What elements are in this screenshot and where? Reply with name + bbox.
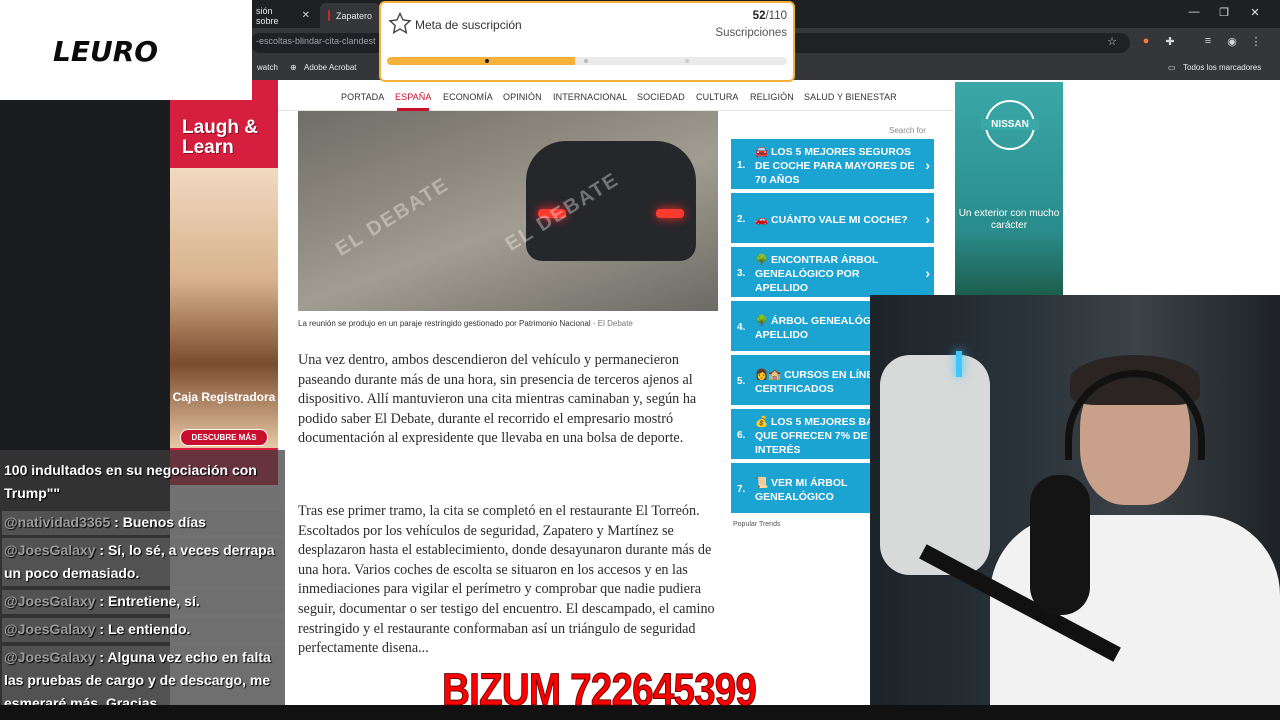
nav-portada[interactable]: PORTADA bbox=[341, 92, 384, 102]
article-image: EL DEBATE EL DEBATE bbox=[298, 111, 718, 311]
close-tab-icon[interactable]: ✕ bbox=[302, 10, 310, 21]
article-paragraph: Una vez dentro, ambos descendieron del v… bbox=[298, 352, 697, 447]
bizum-banner: BIZUM 722645399 bbox=[442, 664, 758, 716]
left-ad[interactable]: Laugh & Learn Caja Registradora DESCUBRE… bbox=[170, 80, 278, 485]
popular-trends-footer[interactable]: Popular Trends bbox=[733, 521, 780, 528]
goal-label: Suscripciones bbox=[715, 27, 787, 39]
nav-economia[interactable]: ECONOMÍA bbox=[443, 92, 493, 102]
background-light bbox=[956, 351, 962, 377]
trend-item[interactable]: 3. 🌳 ENCONTRAR ÁRBOL GENEALÓGICO POR APEL… bbox=[731, 247, 934, 299]
chat-user: @JoesGalaxy bbox=[4, 593, 96, 609]
chat-message: @natividad3365 : Buenos días bbox=[4, 514, 206, 530]
tab-inactive[interactable]: sión sobre ✕ bbox=[248, 3, 318, 28]
tab-active-label: Zapatero bbox=[335, 10, 372, 21]
chat-message: @JoesGalaxy : Entretiene, sí. bbox=[4, 593, 200, 609]
chat-user: @JoesGalaxy bbox=[4, 542, 96, 558]
bookmark-all[interactable]: Todos los marcadores bbox=[1183, 63, 1261, 72]
trend-item[interactable]: 2. 🚗 CUÁNTO VALE MI COCHE? › bbox=[731, 193, 934, 245]
watermark: EL DEBATE bbox=[331, 173, 454, 261]
goal-marker bbox=[584, 59, 588, 63]
chat-message: 100 indultados en su negociación con Tru… bbox=[4, 462, 257, 501]
bookmark-star-icon[interactable]: ☆ bbox=[1104, 35, 1120, 48]
image-caption: La reunión se produjo en un paraje restr… bbox=[298, 319, 633, 328]
chevron-right-icon: › bbox=[925, 211, 930, 227]
chat-message: @JoesGalaxy : Le entiendo. bbox=[4, 621, 191, 637]
chat-overlay: 100 indultados en su negociación con Tru… bbox=[0, 450, 285, 720]
microphone-icon bbox=[1030, 475, 1090, 615]
goal-marker bbox=[485, 59, 489, 63]
restore-icon[interactable]: ❐ bbox=[1210, 6, 1238, 19]
site-favicon-icon bbox=[328, 10, 330, 21]
bookmark-watch[interactable]: watch bbox=[257, 63, 278, 72]
tail-light bbox=[656, 209, 684, 218]
screen: sión sobre ✕ Zapatero — ❐ ✕ -escoltas-bl… bbox=[0, 0, 1280, 720]
goal-progress-fill bbox=[387, 57, 575, 65]
goal-target: /110 bbox=[765, 10, 787, 22]
channel-logo: LEURO bbox=[53, 35, 159, 68]
close-window-icon[interactable]: ✕ bbox=[1241, 6, 1269, 19]
ad-cta-button[interactable]: DESCUBRE MÁS bbox=[180, 429, 268, 446]
url-text: -escoltas-blindar-cita-clandest bbox=[256, 36, 376, 46]
right-ad-tagline: Un exterior con mucho carácter bbox=[958, 208, 1060, 231]
chat-user: @JoesGalaxy bbox=[4, 621, 96, 637]
caption-source: - El Debate bbox=[590, 319, 633, 328]
background-jacket bbox=[880, 355, 990, 575]
nav-sociedad[interactable]: SOCIEDAD bbox=[637, 92, 685, 102]
goal-marker bbox=[685, 59, 689, 63]
adobe-icon: ⊕ bbox=[290, 63, 297, 72]
chat-user: @natividad3365 bbox=[4, 514, 111, 530]
caption-text: La reunión se produjo en un paraje restr… bbox=[298, 319, 591, 328]
chat-message: @JoesGalaxy : Sí, lo sé, a veces derrapa… bbox=[4, 542, 275, 581]
goal-star-icon bbox=[388, 11, 412, 36]
goal-count: 52/110 bbox=[700, 10, 787, 22]
folder-icon: ▭ bbox=[1168, 63, 1176, 72]
extension-icon[interactable]: ● bbox=[1138, 35, 1154, 47]
car-shape bbox=[526, 141, 696, 261]
right-ad-brand: NISSAN bbox=[981, 119, 1039, 130]
goal-current: 52 bbox=[752, 10, 766, 22]
media-controls-icon[interactable]: ≡ bbox=[1200, 35, 1216, 47]
webcam-feed bbox=[870, 295, 1280, 720]
menu-kebab-icon[interactable]: ⋮ bbox=[1248, 35, 1264, 48]
chevron-right-icon: › bbox=[925, 157, 930, 173]
minimize-icon[interactable]: — bbox=[1180, 6, 1208, 18]
nav-salud[interactable]: SALUD Y BIENESTAR bbox=[804, 92, 897, 102]
extensions-puzzle-icon[interactable]: ✚ bbox=[1162, 35, 1178, 48]
ad-photo bbox=[170, 168, 278, 448]
chevron-right-icon: › bbox=[925, 265, 930, 281]
nav-espana[interactable]: ESPAÑA bbox=[395, 92, 431, 102]
ad-product: Caja Registradora bbox=[172, 390, 276, 404]
trend-item[interactable]: 1. 🚘 LOS 5 MEJORES SEGUROS DE COCHE PARA … bbox=[731, 139, 934, 191]
tab-inactive-label: sión sobre bbox=[256, 5, 279, 26]
search-for-label: Search for bbox=[889, 126, 926, 135]
bookmark-adobe[interactable]: Adobe Acrobat bbox=[304, 63, 356, 72]
tab-active[interactable]: Zapatero bbox=[320, 3, 380, 28]
ad-brand: Laugh & Learn bbox=[182, 117, 258, 158]
nav-opinion[interactable]: OPINIÓN bbox=[503, 92, 542, 102]
goal-title: Meta de suscripción bbox=[415, 18, 522, 32]
chat-user: @JoesGalaxy bbox=[4, 649, 96, 665]
nav-religion[interactable]: RELIGIÓN bbox=[750, 92, 794, 102]
nav-internacional[interactable]: INTERNACIONAL bbox=[553, 92, 627, 102]
nav-cultura[interactable]: CULTURA bbox=[696, 92, 739, 102]
profile-avatar-icon[interactable]: ◉ bbox=[1224, 35, 1240, 48]
